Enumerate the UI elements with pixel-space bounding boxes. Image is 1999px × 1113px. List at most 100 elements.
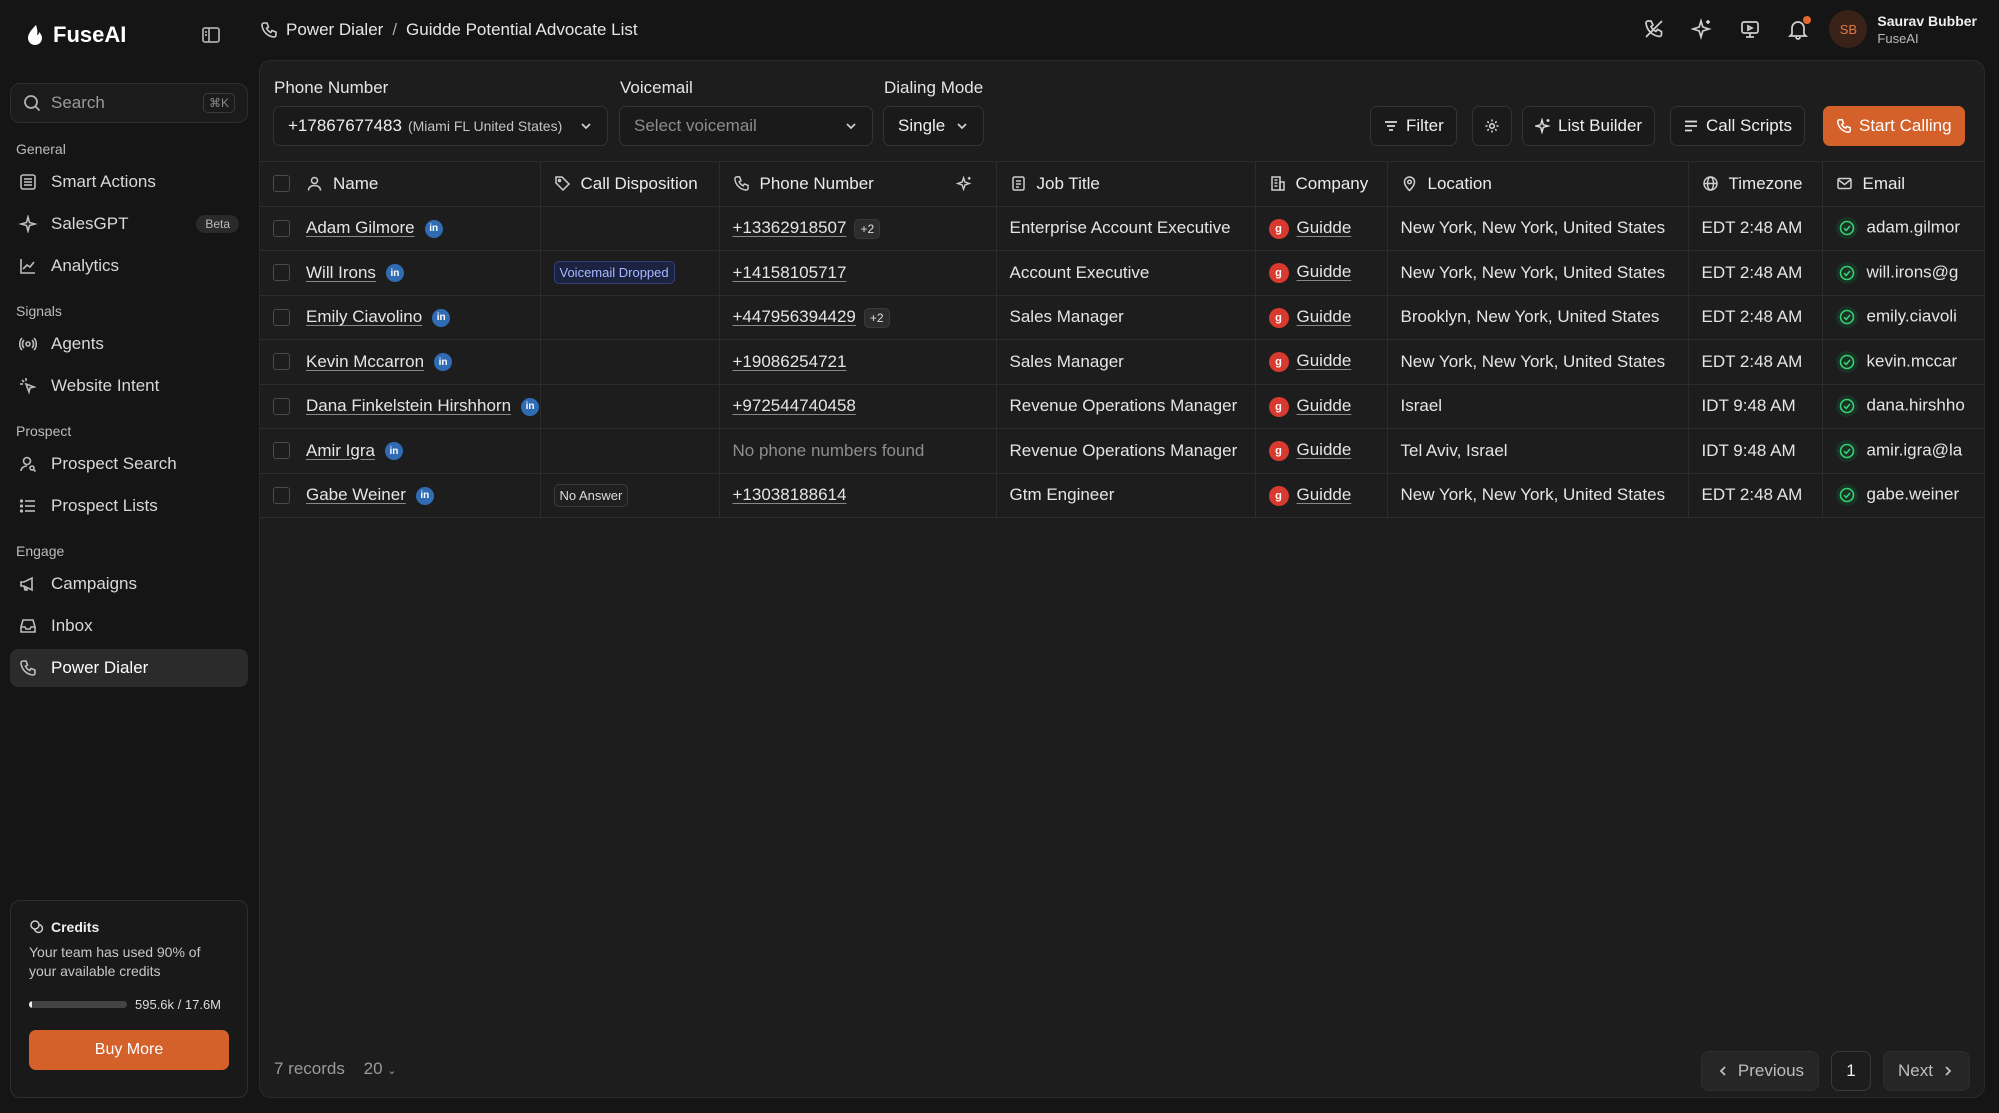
- start-calling-button[interactable]: Start Calling: [1823, 106, 1965, 146]
- row-checkbox[interactable]: [273, 219, 290, 237]
- sidebar-item-prospect-search[interactable]: Prospect Search: [10, 445, 248, 483]
- phone-link[interactable]: +14158105717: [733, 263, 847, 282]
- row-checkbox[interactable]: [273, 353, 290, 371]
- prospect-name-link[interactable]: Dana Finkelstein Hirshhorn: [306, 396, 511, 415]
- column-header-company[interactable]: Company: [1255, 161, 1388, 207]
- next-page-button[interactable]: Next: [1883, 1051, 1970, 1091]
- row-checkbox[interactable]: [273, 486, 290, 504]
- phone-off-icon[interactable]: [1643, 18, 1665, 40]
- email-text[interactable]: adam.gilmor: [1867, 218, 1961, 237]
- extra-phones-badge[interactable]: +2: [854, 218, 881, 239]
- sidebar-item-smart-actions[interactable]: Smart Actions: [10, 163, 248, 201]
- bell-icon[interactable]: [1787, 16, 1811, 40]
- voicemail-select[interactable]: Select voicemail: [619, 106, 873, 146]
- company-link[interactable]: Guidde: [1297, 485, 1352, 504]
- linkedin-icon[interactable]: in: [432, 308, 451, 327]
- sidebar-item-agents[interactable]: Agents: [10, 325, 248, 363]
- phone-cell: +19086254721: [719, 339, 997, 385]
- phone-link[interactable]: +19086254721: [733, 352, 847, 371]
- row-checkbox[interactable]: [273, 442, 290, 460]
- table-row[interactable]: Kevin Mccarron in +19086254721 Sales Manage…: [260, 339, 1984, 385]
- page-size-select[interactable]: 20 ⌄: [364, 1059, 397, 1078]
- name-cell: Kevin Mccarron in: [293, 339, 541, 385]
- linkedin-icon[interactable]: in: [415, 486, 434, 505]
- table-row[interactable]: Adam Gilmore in +13362918507 +2 Enterprise A…: [260, 206, 1984, 251]
- sparkle-icon[interactable]: [1691, 18, 1713, 40]
- column-header-location[interactable]: Location: [1387, 161, 1689, 207]
- company-link[interactable]: Guidde: [1297, 351, 1352, 370]
- company-link[interactable]: Guidde: [1297, 440, 1352, 459]
- linkedin-icon[interactable]: in: [521, 397, 539, 416]
- email-cell: adam.gilmor: [1822, 206, 1984, 251]
- section-prospect: Prospect: [16, 423, 72, 439]
- sidebar-item-prospect-lists[interactable]: Prospect Lists: [10, 487, 248, 525]
- search-input[interactable]: Search ⌘K: [10, 83, 248, 123]
- prospect-table: Name Call Disposition Phone Number Job T…: [260, 161, 1984, 518]
- phone-link[interactable]: +447956394429: [733, 307, 856, 326]
- chevron-left-icon: [1716, 1064, 1730, 1078]
- sidebar-item-power-dialer[interactable]: Power Dialer: [10, 649, 248, 687]
- table-row[interactable]: Amir Igra in No phone numbers found Revenue…: [260, 428, 1984, 474]
- email-text[interactable]: amir.igra@la: [1867, 440, 1963, 459]
- table-row[interactable]: Gabe Weiner in No Answer +13038188614 Gtm En…: [260, 473, 1984, 518]
- name-cell: Emily Ciavolino in: [293, 295, 541, 340]
- chevron-down-icon: [579, 119, 593, 133]
- prospect-name-link[interactable]: Will Irons: [306, 263, 376, 282]
- phone-link[interactable]: +13362918507: [733, 218, 847, 237]
- dialing-mode-select[interactable]: Single: [883, 106, 984, 146]
- row-checkbox[interactable]: [273, 397, 290, 415]
- sidebar-item-campaigns[interactable]: Campaigns: [10, 565, 248, 603]
- column-header-phone[interactable]: Phone Number: [719, 161, 997, 207]
- row-select-cell: [260, 206, 293, 251]
- sidebar-item-inbox[interactable]: Inbox: [10, 607, 248, 645]
- company-link[interactable]: Guidde: [1297, 396, 1352, 415]
- call-scripts-button[interactable]: Call Scripts: [1670, 106, 1805, 146]
- email-text[interactable]: kevin.mccar: [1867, 351, 1958, 370]
- linkedin-icon[interactable]: in: [384, 442, 403, 461]
- phone-number-select[interactable]: +17867677483 (Miami FL United States): [273, 106, 608, 146]
- settings-button[interactable]: [1472, 106, 1512, 146]
- buy-more-button[interactable]: Buy More: [29, 1030, 229, 1070]
- extra-phones-badge[interactable]: +2: [863, 307, 890, 328]
- previous-page-button[interactable]: Previous: [1700, 1051, 1820, 1091]
- company-link[interactable]: Guidde: [1297, 262, 1352, 281]
- list-builder-button[interactable]: List Builder: [1522, 106, 1656, 146]
- phone-link[interactable]: +972544740458: [733, 396, 856, 415]
- prospect-name-link[interactable]: Gabe Weiner: [306, 485, 406, 504]
- linkedin-icon[interactable]: in: [385, 264, 404, 283]
- company-link[interactable]: Guidde: [1297, 307, 1352, 326]
- linkedin-icon[interactable]: in: [424, 219, 443, 238]
- prospect-name-link[interactable]: Amir Igra: [306, 441, 375, 460]
- sidebar-item-website-intent[interactable]: Website Intent: [10, 367, 248, 405]
- breadcrumb-root[interactable]: Power Dialer: [286, 20, 383, 40]
- row-checkbox[interactable]: [273, 264, 290, 282]
- table-row[interactable]: Will Irons in Voicemail Dropped +1415810571…: [260, 250, 1984, 296]
- email-text[interactable]: will.irons@g: [1867, 262, 1959, 281]
- select-all-checkbox[interactable]: [273, 175, 290, 193]
- presentation-icon[interactable]: [1739, 18, 1761, 40]
- table-row[interactable]: Dana Finkelstein Hirshhorn in +97254474045…: [260, 384, 1984, 429]
- column-header-timezone[interactable]: Timezone: [1688, 161, 1823, 207]
- row-checkbox[interactable]: [273, 308, 290, 326]
- phone-link[interactable]: +13038188614: [733, 485, 847, 504]
- page-number-button[interactable]: 1: [1831, 1051, 1872, 1091]
- prospect-name-link[interactable]: Adam Gilmore: [306, 218, 415, 237]
- prospect-name-link[interactable]: Emily Ciavolino: [306, 307, 422, 326]
- filter-button[interactable]: Filter: [1370, 106, 1457, 146]
- sidebar-item-analytics[interactable]: Analytics: [10, 247, 248, 285]
- user-menu[interactable]: SB Saurav Bubber FuseAI: [1829, 10, 1977, 48]
- sidebar-item-salesgpt[interactable]: SalesGPT Beta: [10, 205, 248, 243]
- linkedin-icon[interactable]: in: [434, 353, 453, 372]
- email-text[interactable]: dana.hirshho: [1867, 396, 1965, 415]
- prospect-name-link[interactable]: Kevin Mccarron: [306, 352, 424, 371]
- column-header-disposition[interactable]: Call Disposition: [540, 161, 720, 207]
- sidebar-toggle-icon[interactable]: [200, 24, 222, 46]
- company-link[interactable]: Guidde: [1297, 218, 1352, 237]
- email-text[interactable]: emily.ciavoli: [1867, 307, 1957, 326]
- column-header-email[interactable]: Email: [1822, 161, 1984, 207]
- column-header-job-title[interactable]: Job Title: [996, 161, 1256, 207]
- table-row[interactable]: Emily Ciavolino in +447956394429 +2 Sales Ma…: [260, 295, 1984, 340]
- email-text[interactable]: gabe.weiner: [1867, 485, 1960, 504]
- sparkle-icon[interactable]: [955, 175, 973, 192]
- column-header-name[interactable]: Name: [293, 161, 541, 207]
